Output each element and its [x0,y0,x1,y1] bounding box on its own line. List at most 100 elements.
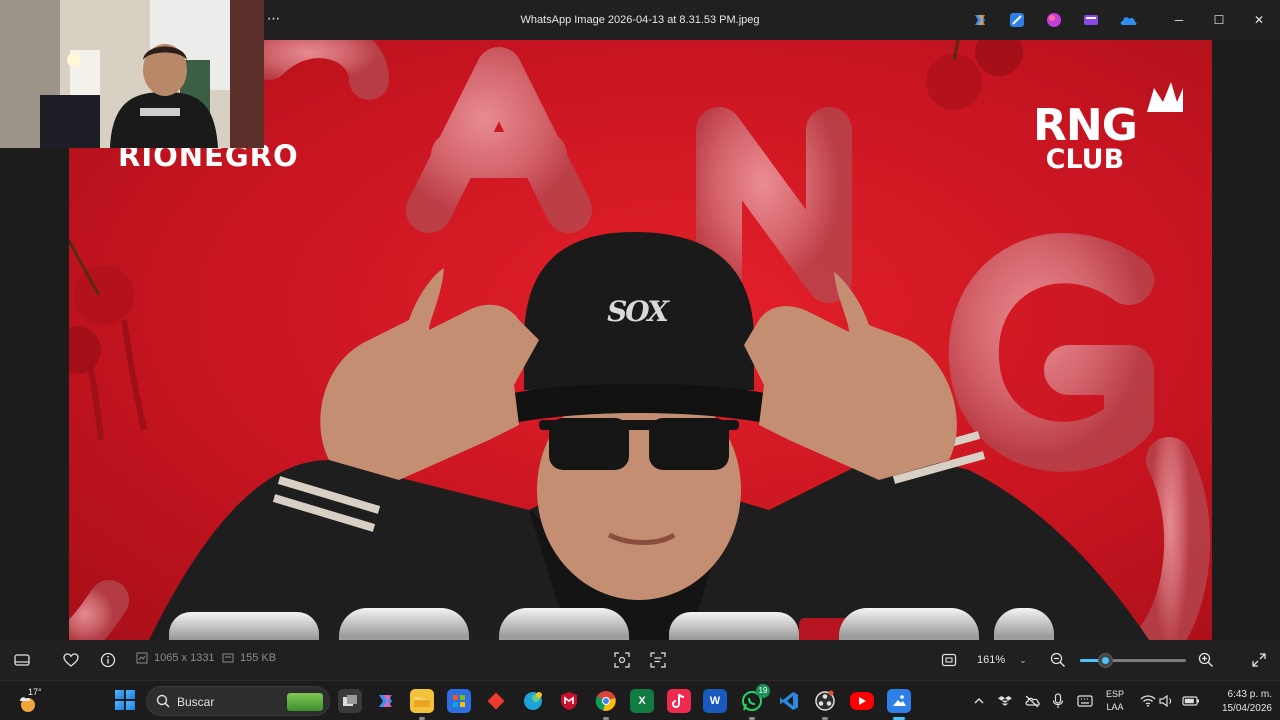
crown-icon [1147,82,1183,112]
search-icon [156,694,170,708]
search-label: Buscar [177,695,215,709]
fit-window-icon [941,653,957,667]
cap-logo: SOX [607,295,669,328]
text-scan-icon [650,652,666,668]
clipchamp-icon[interactable] [1081,10,1101,30]
taskbar-mcafee[interactable] [557,689,581,713]
rng-club-logo-bottom: CLUB [1045,144,1125,175]
whatsapp-notification-badge: 19 [756,684,770,698]
clock-time: 6:43 p. m. [1227,689,1272,700]
clock-date: 15/04/2026 [1221,703,1272,714]
filmstrip-icon [14,654,30,666]
zoom-in-icon [1198,652,1213,667]
heart-icon [63,653,79,667]
taskbar-edge[interactable] [521,689,545,713]
microphone-icon [1052,693,1064,708]
keyboard-icon [1077,695,1093,707]
visual-search-icon [614,652,630,668]
anydesk-icon [487,692,505,710]
taskbar-excel[interactable]: X [630,689,654,713]
mcafee-shield-icon [561,692,577,710]
taskbar-tiktok[interactable] [667,689,691,713]
chrome-icon [595,691,616,711]
visual-search-button[interactable] [612,650,632,670]
photos-icon [893,695,906,706]
window-title: WhatsApp Image 2026-04-13 at 8.31.53 PM.… [520,14,760,26]
zoom-slider[interactable] [1080,653,1186,668]
taskbar-vscode[interactable] [777,689,801,713]
file-size-value: 155 KB [240,652,277,664]
info-icon [100,652,116,668]
copilot-icon [379,695,392,707]
microphone-tray[interactable] [1050,691,1066,711]
volume-tray[interactable] [1159,691,1175,711]
taskbar-word[interactable]: W [703,689,727,713]
show-hidden-icons-button[interactable] [972,691,986,711]
excel-icon: X [638,695,646,707]
weather-widget[interactable]: 17° [16,687,42,715]
start-button[interactable] [115,690,135,710]
network-tray[interactable] [1140,691,1156,711]
filmstrip-button[interactable] [12,650,32,670]
onedrive-tray[interactable] [1024,691,1040,711]
dropbox-tray[interactable] [997,691,1013,711]
edge-icon [524,692,542,710]
language-switcher[interactable]: ESP LAA [1106,688,1124,714]
folder-icon [414,697,430,707]
onedrive-icon[interactable] [1118,10,1138,30]
image-toolbar: 1065 x 1331 155 KB 161% ⌄ [0,640,1280,680]
battery-icon [1182,696,1199,706]
storage-icon [222,653,234,663]
tiktok-icon [672,693,685,708]
rng-club-logo-top: RNG [1033,100,1138,151]
taskbar-anydesk[interactable] [484,689,508,713]
zoom-in-button[interactable] [1196,650,1216,670]
image-dimensions: 1065 x 1331 [136,652,215,664]
taskbar-file-explorer[interactable] [410,689,434,720]
taskbar-copilot[interactable] [374,689,398,713]
cloud-off-icon [1025,695,1040,708]
dropbox-icon [998,696,1012,706]
zoom-level-value: 161% [977,654,1006,666]
rng-club-logo: RNG CLUB [1033,100,1138,175]
speaker-icon [1159,694,1172,708]
favorite-button[interactable] [61,650,81,670]
photo-editor-icon[interactable] [1007,10,1027,30]
store-icon [453,695,465,707]
file-size: 155 KB [222,652,276,664]
taskbar-search[interactable]: Buscar [146,686,330,716]
zoom-level-dropdown[interactable]: 161% ⌄ [968,648,1040,672]
search-highlight-image [287,693,323,711]
taskbar-chrome[interactable] [594,689,618,720]
zoom-slider-thumb[interactable] [1098,653,1114,668]
obs-icon [815,690,835,711]
fit-to-window-button[interactable] [939,650,959,670]
copilot-icon[interactable] [970,10,990,30]
designer-icon[interactable] [1044,10,1064,30]
chevron-down-icon: ⌄ [1019,654,1027,665]
word-icon: W [709,695,721,707]
youtube-play-icon [859,697,866,705]
battery-tray[interactable] [1181,691,1201,711]
more-options-button[interactable]: ··· [264,9,282,29]
chrome-letters [169,608,1054,640]
close-button[interactable]: ✕ [1236,0,1280,40]
zoom-out-button[interactable] [1048,650,1068,670]
taskbar-microsoft-store[interactable] [447,689,471,713]
taskbar-obs[interactable] [813,689,837,720]
language-code: ESP [1106,689,1125,699]
task-view-button[interactable] [338,689,362,713]
taskbar-youtube[interactable] [850,692,874,710]
webcam-feed [0,0,264,148]
dimensions-icon [136,652,148,664]
taskbar-photos[interactable] [887,689,911,720]
text-scan-button[interactable] [648,650,668,670]
title-bar-app-icons [970,10,1138,30]
file-info-button[interactable] [98,650,118,670]
taskbar-whatsapp[interactable]: 19 [740,684,770,720]
clock[interactable]: 6:43 p. m. 15/04/2026 [1206,688,1272,716]
full-screen-button[interactable] [1249,650,1269,670]
keyboard-layout: LAA [1106,702,1124,712]
task-view-icon [343,695,357,706]
input-tray[interactable] [1077,691,1093,711]
